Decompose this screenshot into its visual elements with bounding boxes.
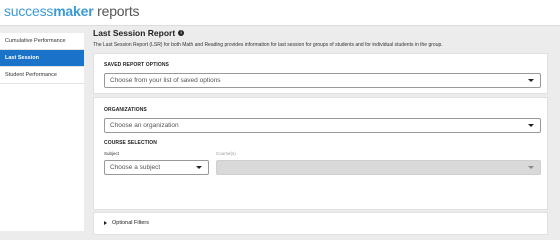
organization-course-card: ORGANIZATIONS Choose an organization COU… — [93, 97, 548, 210]
subject-placeholder: Choose a subject — [110, 164, 161, 171]
chevron-down-icon — [528, 166, 534, 169]
main-content: Last Session Report i The Last Session R… — [84, 26, 560, 235]
info-icon[interactable]: i — [178, 30, 185, 36]
subject-select[interactable]: Choose a subject — [104, 160, 209, 175]
courses-select[interactable] — [216, 160, 541, 175]
saved-report-card: SAVED REPORT OPTIONS Choose from your li… — [93, 53, 548, 94]
subject-label: Subject — [104, 151, 120, 156]
organization-select[interactable]: Choose an organization — [104, 118, 541, 133]
chevron-down-icon — [528, 124, 534, 127]
saved-options-placeholder: Choose from your list of saved options — [110, 77, 221, 84]
logo-text-maker: maker — [53, 3, 94, 19]
page-description: The Last Session Report (LSR) for both M… — [93, 42, 443, 48]
sidebar-item-last-session[interactable]: Last Session — [0, 50, 84, 67]
optional-filters-toggle[interactable]: Optional Filters — [104, 220, 149, 226]
chevron-right-icon — [104, 221, 107, 225]
optional-filters-card: Optional Filters — [93, 212, 548, 235]
organization-placeholder: Choose an organization — [110, 122, 179, 129]
sidebar-item-student-performance[interactable]: Student Performance — [0, 67, 84, 84]
courses-label: Course(s) — [216, 151, 236, 156]
successmaker-logo[interactable]: successmaker reports — [4, 3, 140, 19]
chevron-down-icon — [196, 166, 202, 169]
page-title-text: Last Session Report — [93, 28, 176, 38]
saved-options-select[interactable]: Choose from your list of saved options — [104, 73, 541, 88]
sidebar-item-cumulative-performance[interactable]: Cumulative Performance — [0, 33, 84, 50]
page-title: Last Session Report i — [93, 28, 185, 38]
logo-text-success: success — [4, 3, 54, 19]
sidebar: Cumulative Performance Last Session Stud… — [0, 33, 84, 231]
saved-report-options-label: SAVED REPORT OPTIONS — [104, 62, 169, 68]
organizations-label: ORGANIZATIONS — [104, 107, 147, 113]
top-bar: successmaker reports — [0, 0, 560, 26]
chevron-down-icon — [528, 79, 534, 82]
optional-filters-label: Optional Filters — [112, 220, 149, 226]
course-selection-label: COURSE SELECTION — [104, 140, 157, 146]
logo-text-reports: reports — [93, 3, 140, 19]
